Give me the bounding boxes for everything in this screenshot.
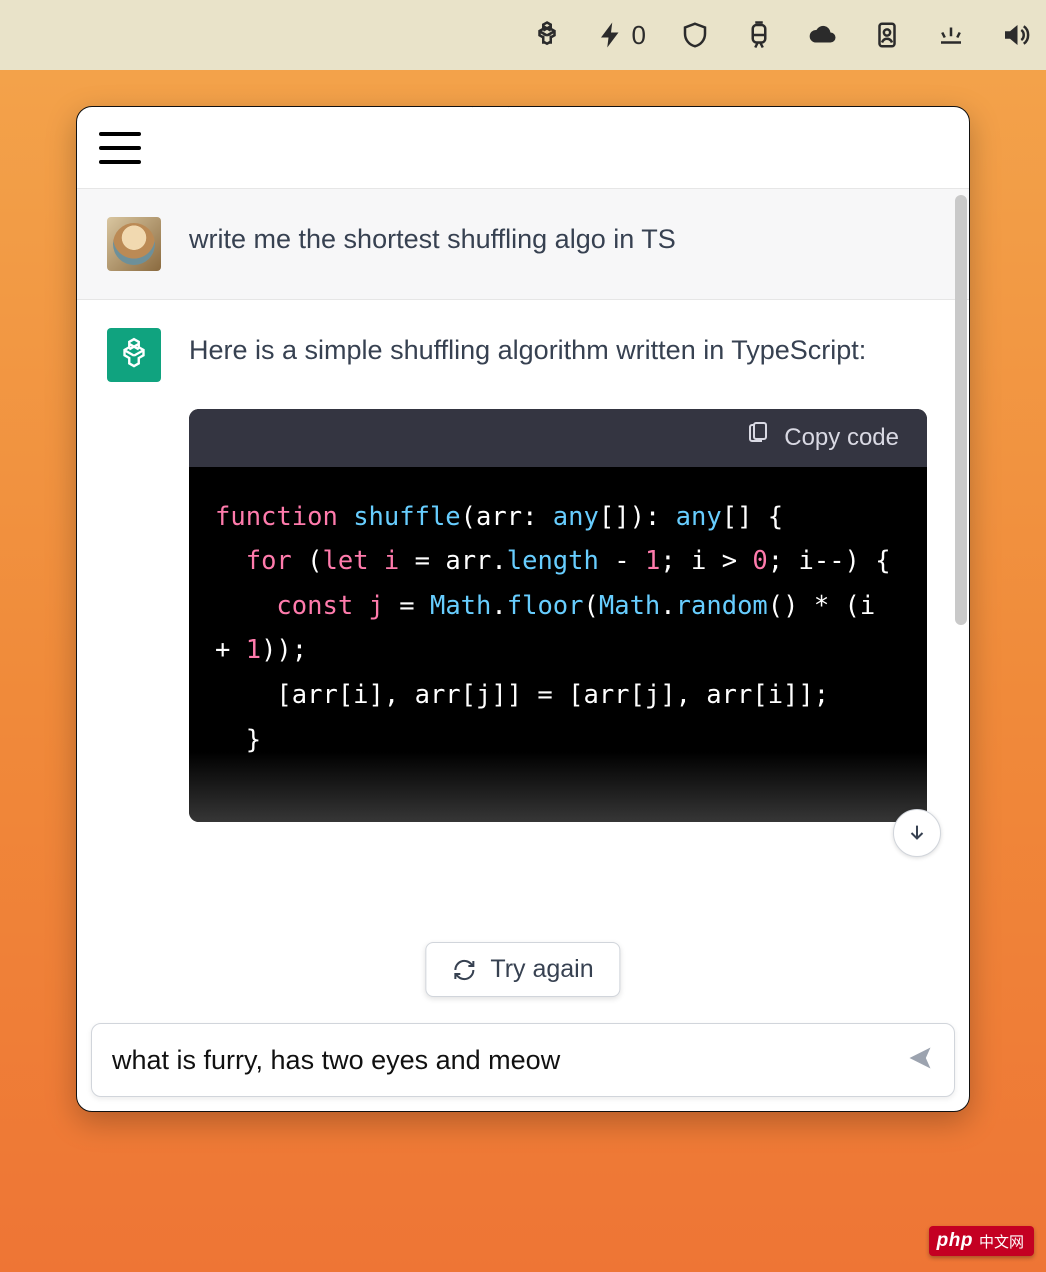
shield-icon[interactable] [680, 19, 710, 51]
composer [91, 1023, 955, 1097]
clipboard-icon[interactable] [746, 417, 770, 458]
watermark-brand: php [937, 1230, 973, 1252]
try-again-button[interactable]: Try again [425, 942, 620, 997]
cloud-icon[interactable] [808, 19, 838, 51]
composer-input[interactable] [112, 1045, 906, 1076]
tram-icon[interactable] [744, 19, 774, 51]
id-badge-icon[interactable] [872, 19, 902, 51]
assistant-message: Here is a simple shuffling algorithm wri… [77, 300, 969, 850]
watermark-badge: php 中文网 [929, 1226, 1034, 1256]
user-message-text: write me the shortest shuffling algo in … [189, 217, 927, 271]
refresh-icon [452, 958, 476, 982]
watermark-cn: 中文网 [979, 1231, 1024, 1252]
assistant-message-body: Here is a simple shuffling algorithm wri… [189, 328, 927, 822]
bolt-count[interactable]: 0 [596, 19, 646, 51]
scrollbar-thumb[interactable] [955, 195, 967, 625]
copy-code-label[interactable]: Copy code [784, 418, 899, 458]
try-again-label: Try again [490, 955, 593, 984]
scrollbar[interactable] [955, 195, 967, 1105]
code-block: Copy code function shuffle(arr: any[]): … [189, 409, 927, 823]
send-icon [906, 1044, 934, 1072]
bolt-count-value: 0 [632, 20, 646, 51]
send-button[interactable] [906, 1044, 934, 1077]
hamburger-icon[interactable] [99, 132, 141, 164]
scroll-down-button[interactable] [893, 809, 941, 857]
user-message: write me the shortest shuffling algo in … [77, 189, 969, 300]
code-header: Copy code [189, 409, 927, 467]
topbar [77, 107, 969, 189]
chat-scroll[interactable]: write me the shortest shuffling algo in … [77, 189, 969, 1111]
spark-icon[interactable] [936, 19, 966, 51]
menubar: 0 [0, 0, 1046, 70]
volume-icon[interactable] [1000, 19, 1030, 51]
bolt-icon [596, 19, 626, 51]
user-avatar [107, 217, 161, 271]
openai-icon[interactable] [532, 19, 562, 51]
assistant-avatar [107, 328, 161, 382]
code-content: function shuffle(arr: any[]): any[] { fo… [189, 467, 927, 823]
assistant-intro-text: Here is a simple shuffling algorithm wri… [189, 328, 927, 373]
chat-popover: write me the shortest shuffling algo in … [76, 106, 970, 1112]
